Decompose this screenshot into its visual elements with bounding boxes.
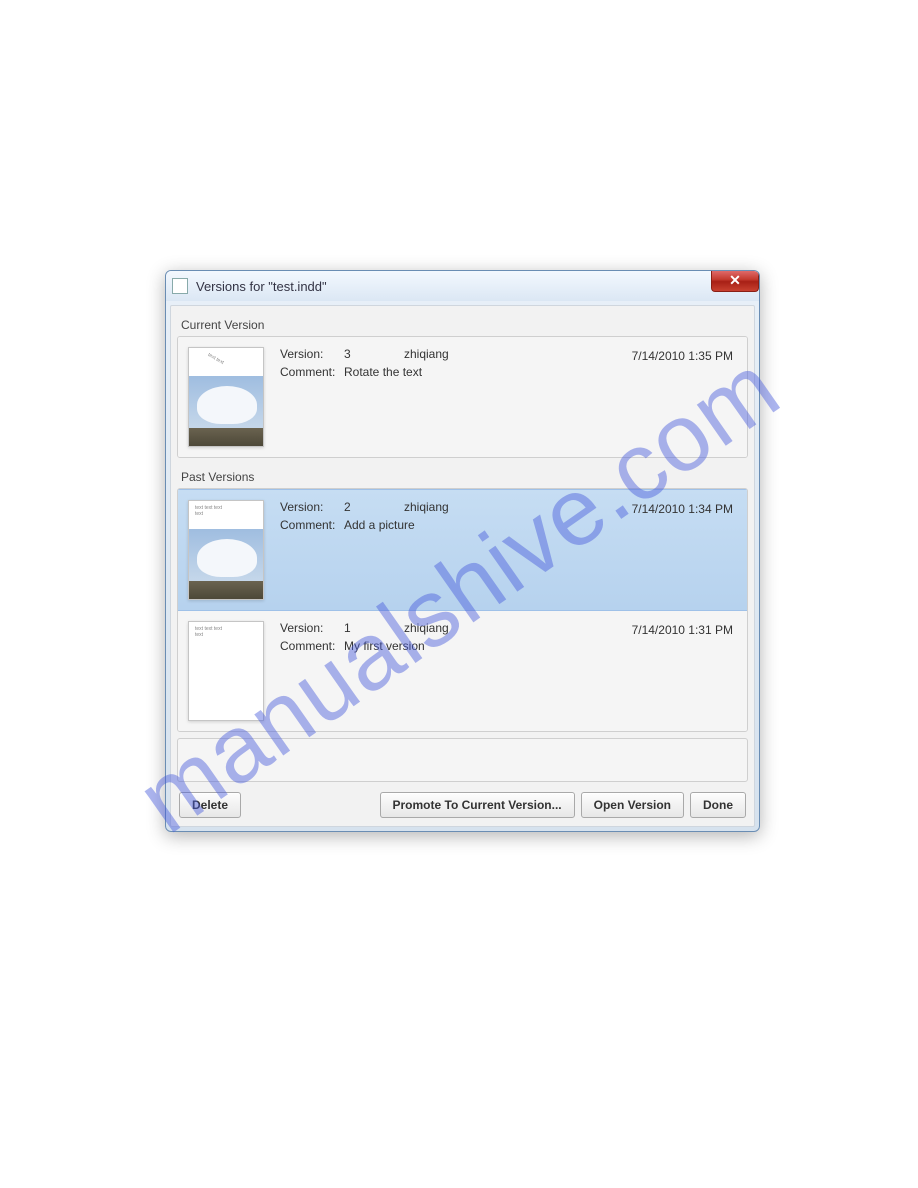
promote-button[interactable]: Promote To Current Version...	[380, 792, 575, 818]
titlebar[interactable]: Versions for "test.indd" ✕	[166, 271, 759, 301]
past-versions-label: Past Versions	[177, 464, 748, 488]
version-timestamp: 7/14/2010 1:35 PM	[632, 349, 733, 363]
version-label: Version:	[280, 347, 344, 361]
version-number: 1	[344, 621, 404, 635]
done-button[interactable]: Done	[690, 792, 746, 818]
delete-button[interactable]: Delete	[179, 792, 241, 818]
thumb-tiny-text: text text texttext	[195, 505, 222, 517]
version-user: zhiqiang	[404, 621, 449, 635]
thumb-tiny-text: text text texttext	[195, 626, 222, 638]
version-label: Version:	[280, 621, 344, 635]
past-versions-panel: text text texttext Version: 2 zhiqiang C…	[177, 488, 748, 732]
thumb-rotated-text: text text	[207, 352, 225, 366]
close-icon: ✕	[729, 272, 741, 289]
version-number: 2	[344, 500, 404, 514]
dialog-client-area: Current Version text text Version: 3 zhi…	[170, 305, 755, 827]
version-label: Version:	[280, 500, 344, 514]
version-comment: Add a picture	[344, 518, 415, 532]
version-user: zhiqiang	[404, 347, 449, 361]
button-bar: Delete Promote To Current Version... Ope…	[177, 788, 748, 820]
version-comment: Rotate the text	[344, 365, 422, 379]
current-version-label: Current Version	[177, 312, 748, 336]
version-thumbnail: text text texttext	[188, 621, 264, 721]
version-thumbnail: text text texttext	[188, 500, 264, 600]
comment-label: Comment:	[280, 518, 344, 532]
comment-label: Comment:	[280, 639, 344, 653]
current-version-panel: text text Version: 3 zhiqiang Comment: R…	[177, 336, 748, 458]
close-button[interactable]: ✕	[711, 270, 759, 292]
version-comment: My first version	[344, 639, 425, 653]
version-user: zhiqiang	[404, 500, 449, 514]
version-number: 3	[344, 347, 404, 361]
empty-panel	[177, 738, 748, 782]
version-row-past[interactable]: text text texttext Version: 1 zhiqiang C…	[178, 611, 747, 731]
version-timestamp: 7/14/2010 1:34 PM	[632, 502, 733, 516]
versions-dialog: Versions for "test.indd" ✕ Current Versi…	[165, 270, 760, 832]
window-title: Versions for "test.indd"	[196, 279, 327, 294]
version-row-past[interactable]: text text texttext Version: 2 zhiqiang C…	[178, 489, 747, 611]
version-row-current[interactable]: text text Version: 3 zhiqiang Comment: R…	[178, 337, 747, 457]
version-thumbnail: text text	[188, 347, 264, 447]
version-timestamp: 7/14/2010 1:31 PM	[632, 623, 733, 637]
comment-label: Comment:	[280, 365, 344, 379]
open-version-button[interactable]: Open Version	[581, 792, 684, 818]
app-icon	[172, 278, 188, 294]
